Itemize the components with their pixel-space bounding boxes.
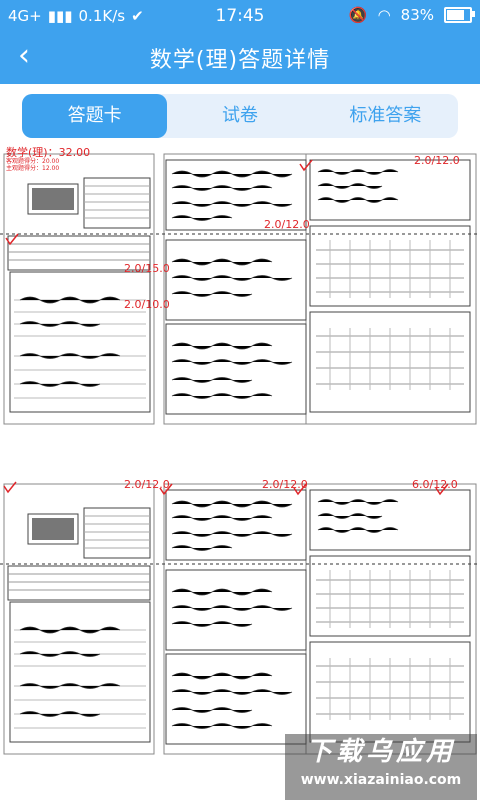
score-mark: 2.0/15.0	[124, 262, 170, 275]
mute-icon: 🔕	[348, 6, 368, 24]
app-header: ‹ 数学(理)答题详情	[0, 32, 480, 84]
score-mark: 2.0/10.0	[124, 298, 170, 311]
answer-sheet-image-1[interactable]: 数学(理)：32.00 客观题得分：20.00 主观题得分：12.00 2.0/…	[0, 140, 480, 440]
score-mark: 6.0/12.0	[412, 478, 458, 491]
watermark-line-2: www.xiazainiao.com	[300, 772, 462, 788]
objective-score-label: 主观题得分：12.00	[6, 165, 60, 172]
tab-exam-paper[interactable]: 试卷	[167, 94, 312, 138]
wifi-icon: ◠	[377, 6, 391, 24]
tab-bar: 答题卡 试卷 标准答案	[22, 94, 458, 138]
status-right: 🔕 ◠ 83%	[348, 6, 475, 24]
battery-percent: 83%	[400, 6, 434, 24]
answer-sheet-image-2[interactable]: 2.0/12.0 2.0/12.0 6.0/12.0	[0, 470, 480, 770]
status-bar: 4G+ ▮▮▮ 0.1K/s ✔ 17:45 🔕 ◠ 83%	[0, 0, 480, 32]
watermark-logo: 下载乌应用 www.xiazainiao.com	[285, 734, 477, 800]
page-title: 数学(理)答题详情	[149, 48, 331, 73]
watermark-line-1: 下载乌应用	[305, 737, 456, 767]
answer-sheet-scan-2	[0, 481, 480, 755]
score-mark: 2.0/12.0	[264, 218, 310, 231]
tab-standard-answer[interactable]: 标准答案	[313, 94, 458, 138]
tab-answer-sheet[interactable]: 答题卡	[22, 94, 168, 138]
answer-sheet-scan-1	[0, 153, 480, 425]
score-mark: 2.0/12.0	[414, 154, 460, 167]
score-mark: 2.0/12.0	[124, 478, 170, 491]
battery-icon	[444, 7, 475, 23]
battery-fill	[447, 10, 464, 20]
score-mark: 2.0/12.0	[262, 478, 308, 491]
